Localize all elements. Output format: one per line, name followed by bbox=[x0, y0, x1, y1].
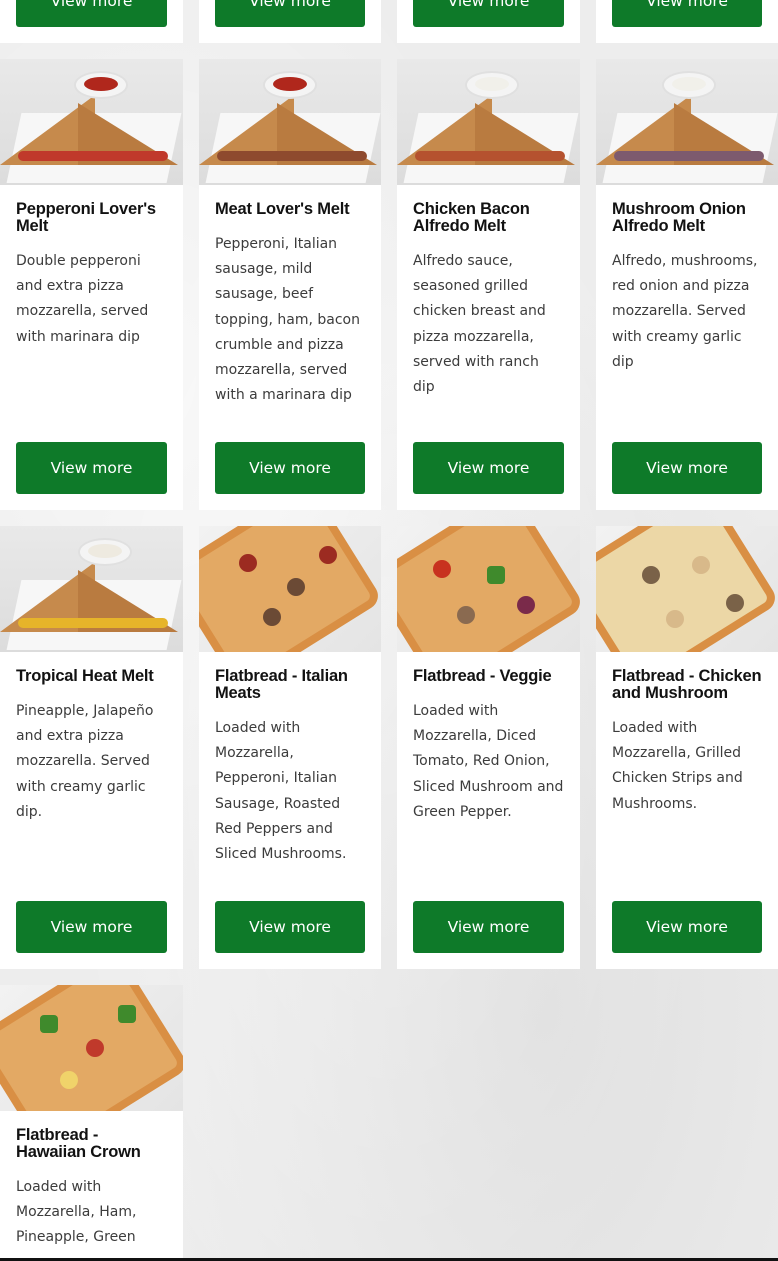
view-more-button[interactable]: View more bbox=[16, 442, 167, 494]
view-more-button[interactable]: View more bbox=[413, 442, 564, 494]
product-image[interactable] bbox=[199, 59, 381, 185]
product-card: Flatbread - Hawaiian Crown Loaded with M… bbox=[0, 985, 183, 1261]
view-more-button[interactable]: View more bbox=[413, 0, 564, 27]
product-card: Tropical Heat Melt Pineapple, Jalapeño a… bbox=[0, 526, 183, 969]
product-card: Pepperoni Lover's Melt Double pepperoni … bbox=[0, 59, 183, 510]
product-image[interactable] bbox=[596, 59, 778, 185]
product-description: Pepperoni, Italian sausage, mild sausage… bbox=[215, 236, 360, 404]
product-description: Double pepperoni and extra pizza mozzare… bbox=[16, 253, 149, 345]
product-title[interactable]: Mushroom Onion Alfredo Melt bbox=[612, 201, 762, 235]
product-card-top-4: View more bbox=[596, 0, 778, 43]
product-image[interactable] bbox=[0, 59, 183, 185]
product-card: Flatbread - Veggie Loaded with Mozzarell… bbox=[397, 526, 580, 969]
product-title[interactable]: Tropical Heat Melt bbox=[16, 668, 167, 685]
product-description: Alfredo, mushrooms, red onion and pizza … bbox=[612, 253, 758, 370]
view-more-button[interactable]: View more bbox=[413, 901, 564, 953]
product-title[interactable]: Chicken Bacon Alfredo Melt bbox=[413, 201, 564, 235]
view-more-button[interactable]: View more bbox=[612, 901, 762, 953]
view-more-button[interactable]: View more bbox=[612, 442, 762, 494]
product-title[interactable]: Flatbread - Hawaiian Crown bbox=[16, 1127, 167, 1161]
product-card: Mushroom Onion Alfredo Melt Alfredo, mus… bbox=[596, 59, 778, 510]
product-description: Pineapple, Jalapeño and extra pizza mozz… bbox=[16, 703, 154, 820]
product-image[interactable] bbox=[596, 526, 778, 652]
product-title[interactable]: Flatbread - Chicken and Mushroom bbox=[612, 668, 762, 702]
product-card: Flatbread - Chicken and Mushroom Loaded … bbox=[596, 526, 778, 969]
product-image[interactable] bbox=[199, 526, 381, 652]
product-description: Loaded with Mozzarella, Ham, Pineapple, … bbox=[16, 1179, 137, 1246]
product-description: Loaded with Mozzarella, Pepperoni, Itali… bbox=[215, 720, 347, 863]
view-more-button[interactable]: View more bbox=[16, 0, 167, 27]
view-more-button[interactable]: View more bbox=[16, 901, 167, 953]
product-card: Meat Lover's Melt Pepperoni, Italian sau… bbox=[199, 59, 381, 510]
product-card: Flatbread - Italian Meats Loaded with Mo… bbox=[199, 526, 381, 969]
product-title[interactable]: Pepperoni Lover's Melt bbox=[16, 201, 167, 235]
product-description: Loaded with Mozzarella, Grilled Chicken … bbox=[612, 720, 743, 812]
view-more-button[interactable]: View more bbox=[215, 0, 365, 27]
product-title[interactable]: Flatbread - Veggie bbox=[413, 668, 564, 685]
product-card: Chicken Bacon Alfredo Melt Alfredo sauce… bbox=[397, 59, 580, 510]
view-more-button[interactable]: View more bbox=[612, 0, 762, 27]
product-image[interactable] bbox=[0, 985, 183, 1111]
product-image[interactable] bbox=[397, 526, 580, 652]
product-card-top-2: View more bbox=[199, 0, 381, 43]
view-more-button[interactable]: View more bbox=[215, 442, 365, 494]
view-more-button[interactable]: View more bbox=[215, 901, 365, 953]
product-card-top-3: View more bbox=[397, 0, 580, 43]
product-image[interactable] bbox=[397, 59, 580, 185]
product-image[interactable] bbox=[0, 526, 183, 652]
product-description: Loaded with Mozzarella, Diced Tomato, Re… bbox=[413, 703, 564, 820]
product-description: Alfredo sauce, seasoned grilled chicken … bbox=[413, 253, 546, 396]
product-title[interactable]: Flatbread - Italian Meats bbox=[215, 668, 365, 702]
product-card-top-1: View more bbox=[0, 0, 183, 43]
product-title[interactable]: Meat Lover's Melt bbox=[215, 201, 365, 218]
